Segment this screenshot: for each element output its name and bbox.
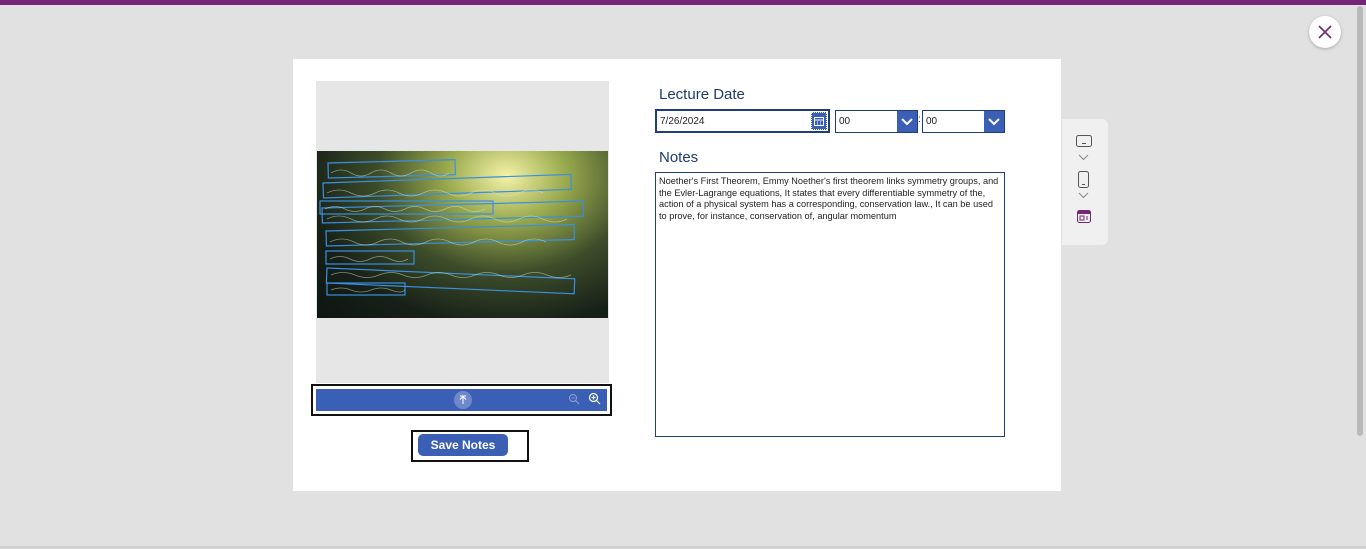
chevron-down-icon[interactable] bbox=[1078, 154, 1089, 161]
time-separator: : bbox=[918, 114, 921, 125]
whiteboard-photo bbox=[317, 151, 608, 318]
close-button[interactable] bbox=[1309, 16, 1341, 48]
browser-app-icon[interactable] bbox=[1077, 210, 1091, 223]
hour-dropdown[interactable]: 00 bbox=[835, 110, 918, 133]
image-toolbar bbox=[316, 389, 607, 411]
upload-button[interactable] bbox=[454, 391, 472, 409]
hour-value: 00 bbox=[839, 116, 851, 127]
chevron-down-icon bbox=[901, 117, 913, 125]
notes-label: Notes bbox=[659, 149, 699, 166]
image-preview bbox=[316, 81, 609, 383]
arrow-up-icon bbox=[459, 395, 467, 404]
top-accent-bar bbox=[0, 0, 1366, 5]
save-button-frame: Save Notes bbox=[411, 430, 529, 462]
lecture-date-value: 7/26/2024 bbox=[660, 116, 705, 127]
calendar-button[interactable] bbox=[811, 112, 827, 130]
close-icon bbox=[1318, 25, 1332, 39]
minute-dropdown[interactable]: 00 bbox=[922, 110, 1005, 133]
zoom-out-icon[interactable] bbox=[568, 393, 580, 405]
notes-dialog: Save Notes Lecture Date 7/26/2024 00 : 0… bbox=[293, 59, 1061, 491]
minute-value: 00 bbox=[926, 116, 938, 127]
calendar-icon bbox=[814, 116, 824, 126]
phone-icon[interactable] bbox=[1078, 171, 1089, 188]
device-preview-panel bbox=[1062, 119, 1108, 245]
chevron-down-icon bbox=[988, 117, 1000, 125]
tablet-landscape-icon[interactable] bbox=[1076, 135, 1092, 147]
image-toolbar-frame bbox=[311, 384, 612, 416]
vertical-scrollbar[interactable] bbox=[1357, 6, 1363, 436]
ocr-overlay bbox=[319, 159, 584, 296]
save-notes-button[interactable]: Save Notes bbox=[418, 434, 508, 456]
lecture-date-input[interactable]: 7/26/2024 bbox=[655, 109, 830, 133]
zoom-in-icon[interactable] bbox=[588, 392, 601, 405]
chevron-down-icon[interactable] bbox=[1078, 192, 1089, 199]
lecture-date-label: Lecture Date bbox=[659, 86, 745, 103]
notes-textarea[interactable]: Noether's First Theorem, Emmy Noether's … bbox=[655, 172, 1005, 437]
